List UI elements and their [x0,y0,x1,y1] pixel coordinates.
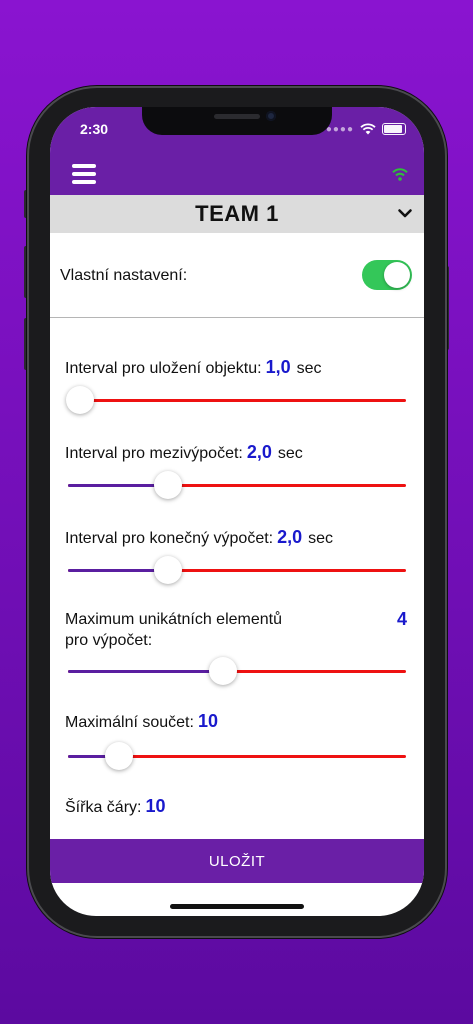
status-bar: 2:30 ●●●● [50,107,424,157]
speaker-grille [214,114,260,119]
setting-unit: sec [308,530,334,547]
team-title: TEAM 1 [195,201,279,226]
wifi-icon [392,168,408,181]
save-button-label: ULOŽIT [208,852,266,870]
notch [142,107,332,135]
custom-settings-toggle[interactable] [362,260,412,290]
custom-settings-label: Vlastní nastavení: [60,267,188,284]
slider-track[interactable] [66,386,406,414]
battery-icon [382,123,406,135]
setting-label: Maximální součet: 10 [65,711,218,731]
slider-track[interactable] [68,657,406,685]
slider-thumb[interactable] [209,657,238,685]
custom-settings-row: Vlastní nastavení: [50,233,424,318]
slider-thumb[interactable] [154,556,183,584]
setting-value: 2,0 [277,527,303,547]
slider-fill [68,484,169,487]
slider-fill [68,670,224,673]
app-screen: 2:30 ●●●● TEAM 1 Vlastní nastavení: Inte… [50,107,424,916]
front-camera [266,111,276,121]
setting-unit: sec [296,360,322,377]
chevron-down-icon[interactable] [396,204,414,222]
status-time: 2:30 [80,121,109,137]
home-indicator[interactable] [170,904,304,909]
hamburger-icon[interactable] [72,164,96,184]
team-selector[interactable]: TEAM 1 [50,195,424,233]
slider-thumb[interactable] [105,742,134,770]
setting-label: Interval pro mezivýpočet: 2,0 sec [65,442,303,462]
slider-track[interactable] [68,471,406,499]
slider-track[interactable] [68,556,406,584]
setting-label: Interval pro uložení objektu: 1,0 sec [65,357,322,377]
toggle-knob [384,262,410,288]
nav-bar [50,157,424,195]
setting-value: 1,0 [265,357,291,377]
setting-value: 10 [197,711,218,731]
setting-label: Šířka čáry: 10 [65,796,166,816]
setting-label: Maximum unikátních elementů pro výpočet: [65,611,282,649]
setting-value: 2,0 [246,442,272,462]
slider-thumb[interactable] [66,386,94,414]
setting-value: 10 [145,796,166,816]
slider-track[interactable] [68,742,406,770]
status-icons: ●●●● [326,123,406,135]
save-button[interactable]: ULOŽIT [50,839,424,883]
setting-value: 4 [396,609,407,629]
status-wifi-icon [360,123,376,135]
setting-unit: sec [277,445,303,462]
setting-label: Interval pro konečný výpočet: 2,0 sec [65,527,334,547]
cellular-icon: ●●●● [325,123,354,135]
slider-fill [68,569,169,572]
slider-thumb[interactable] [154,471,183,499]
